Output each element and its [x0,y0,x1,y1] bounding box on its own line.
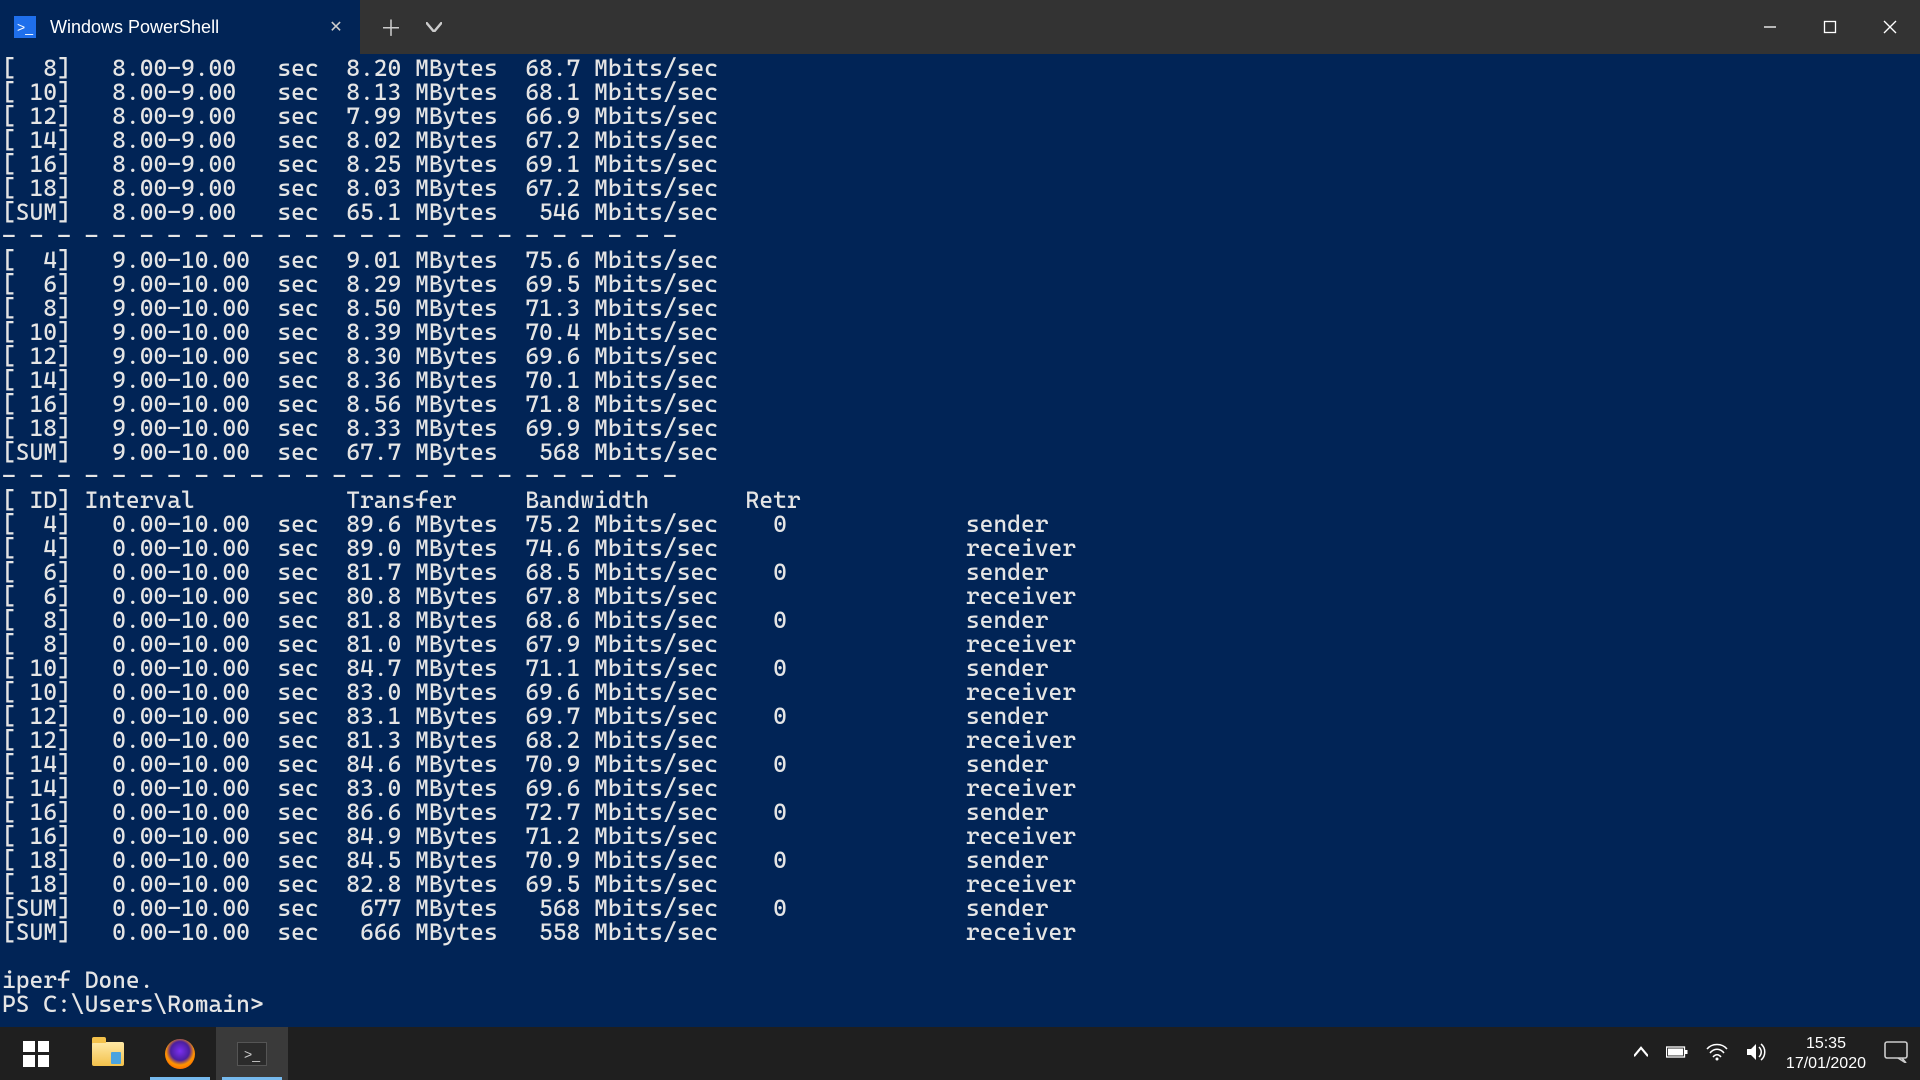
firefox-icon [165,1039,195,1069]
windows-taskbar: >_ 15:35 17/01/2020 [0,1027,1920,1080]
tab-title: Windows PowerShell [50,17,312,38]
volume-icon[interactable] [1746,1043,1768,1065]
taskbar-clock[interactable]: 15:35 17/01/2020 [1786,1034,1866,1074]
taskbar-firefox[interactable] [144,1027,216,1080]
tab-dropdown-button[interactable] [426,19,442,35]
terminal-icon: >_ [237,1042,267,1066]
battery-icon[interactable] [1666,1045,1688,1063]
clock-time: 15:35 [1806,1034,1846,1054]
windows-logo-icon [23,1041,49,1067]
taskbar-file-explorer[interactable] [72,1027,144,1080]
start-button[interactable] [0,1027,72,1080]
new-tab-button[interactable]: ＋ [380,11,402,43]
window-minimize-button[interactable] [1740,0,1800,54]
action-center-button[interactable] [1884,1041,1908,1067]
file-explorer-icon [92,1042,124,1066]
terminal-output[interactable]: [ 8] 8.00-9.00 sec 8.20 MBytes 68.7 Mbit… [0,54,1920,1027]
clock-date: 17/01/2020 [1786,1054,1866,1074]
taskbar-terminal[interactable]: >_ [216,1027,288,1080]
tab-close-button[interactable]: ✕ [326,17,346,37]
wifi-icon[interactable] [1706,1043,1728,1065]
powershell-icon: >_ [14,16,36,38]
window-close-button[interactable] [1860,0,1920,54]
window-maximize-button[interactable] [1800,0,1860,54]
window-titlebar: >_ Windows PowerShell ✕ ＋ [0,0,1920,54]
terminal-tab[interactable]: >_ Windows PowerShell ✕ [0,0,360,54]
tray-overflow-button[interactable] [1634,1045,1648,1063]
